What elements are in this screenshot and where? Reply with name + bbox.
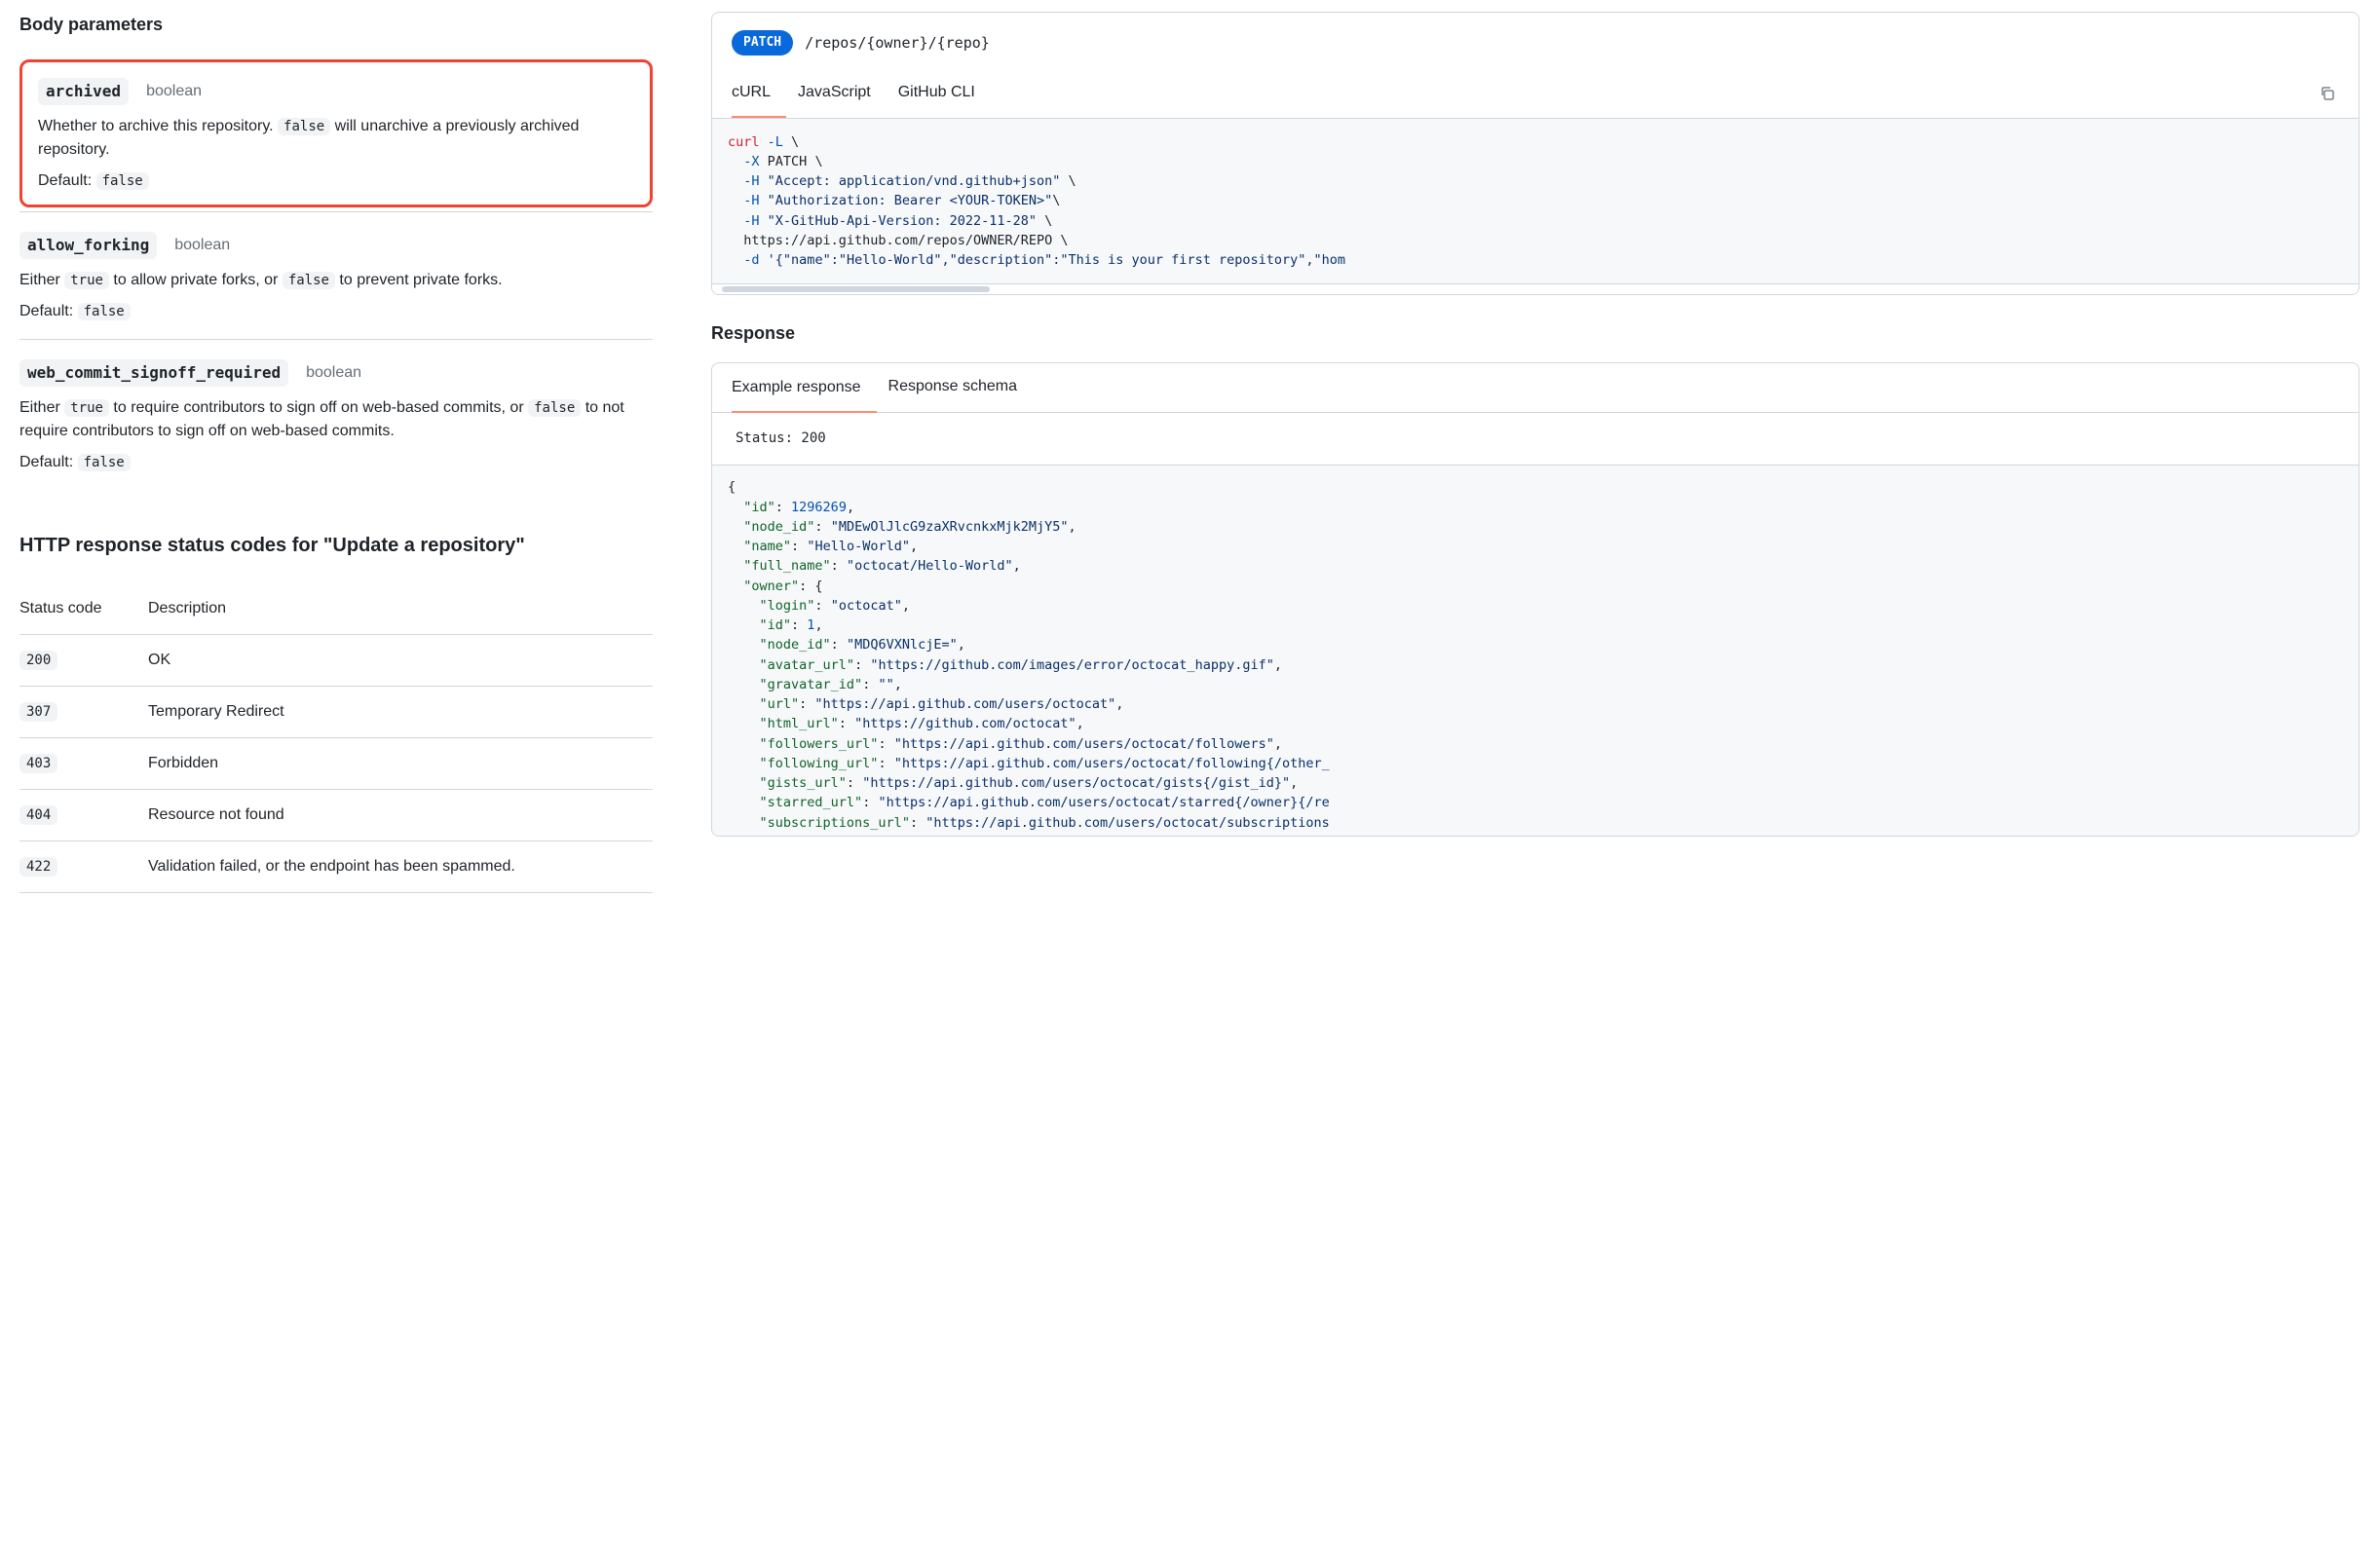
status-th-desc: Description: [148, 583, 653, 635]
status-description: Validation failed, or the endpoint has b…: [148, 841, 653, 893]
status-th-code: Status code: [19, 583, 148, 635]
status-code: 403: [19, 754, 57, 773]
param-description: Whether to archive this repository. fals…: [38, 115, 634, 162]
copy-icon[interactable]: [2316, 82, 2339, 105]
param-description: Either true to allow private forks, or f…: [19, 269, 653, 292]
param-type: boolean: [174, 234, 230, 257]
status-code: 404: [19, 805, 57, 825]
param-archived: archived boolean Whether to archive this r…: [19, 59, 653, 207]
status-row: 422 Validation failed, or the endpoint ha…: [19, 841, 653, 893]
status-code: 422: [19, 857, 57, 877]
status-description: Temporary Redirect: [148, 687, 653, 738]
param-default: Default: false: [19, 300, 653, 323]
horizontal-scrollbar[interactable]: [712, 284, 2359, 294]
param-allow_forking: allow_forking boolean Either true to allow…: [19, 211, 653, 339]
status-row: 200 OK: [19, 635, 653, 687]
param-description: Either true to require contributors to s…: [19, 396, 653, 443]
tab-response-schema[interactable]: Response schema: [888, 363, 1034, 412]
param-name: web_commit_signoff_required: [19, 359, 288, 387]
param-type: boolean: [146, 80, 202, 103]
body-params-heading: Body parameters: [19, 12, 653, 38]
status-row: 403 Forbidden: [19, 738, 653, 790]
request-panel: PATCH /repos/{owner}/{repo} cURLJavaScri…: [711, 12, 2360, 295]
status-code: 307: [19, 702, 57, 722]
tab-curl[interactable]: cURL: [732, 69, 786, 118]
tab-javascript[interactable]: JavaScript: [798, 69, 887, 118]
status-row: 404 Resource not found: [19, 790, 653, 841]
status-table: Status code Description 200 OK 307 Temporar…: [19, 583, 653, 893]
param-default: Default: false: [38, 169, 634, 193]
param-name: allow_forking: [19, 232, 157, 259]
tab-github-cli[interactable]: GitHub CLI: [898, 69, 991, 118]
endpoint-path: /repos/{owner}/{repo}: [805, 32, 990, 55]
param-name: archived: [38, 78, 129, 105]
status-row: 307 Temporary Redirect: [19, 687, 653, 738]
request-code-block: curl -L \ -X PATCH \ -H "Accept: applica…: [712, 119, 2359, 285]
status-description: Forbidden: [148, 738, 653, 790]
status-code: 200: [19, 651, 57, 670]
tab-example-response[interactable]: Example response: [732, 364, 877, 413]
response-panel: Example responseResponse schema Status: …: [711, 362, 2360, 837]
status-codes-heading: HTTP response status codes for "Update a…: [19, 531, 653, 560]
status-description: Resource not found: [148, 790, 653, 841]
param-default: Default: false: [19, 451, 653, 474]
param-type: boolean: [306, 361, 361, 385]
method-badge: PATCH: [732, 30, 793, 56]
response-heading: Response: [711, 320, 2360, 347]
response-status-line: Status: 200: [712, 413, 2359, 466]
status-description: OK: [148, 635, 653, 687]
response-json-block: { "id": 1296269, "node_id": "MDEwOlJlcG9…: [712, 466, 2359, 836]
param-web_commit_signoff_required: web_commit_signoff_required boolean Either…: [19, 339, 653, 490]
